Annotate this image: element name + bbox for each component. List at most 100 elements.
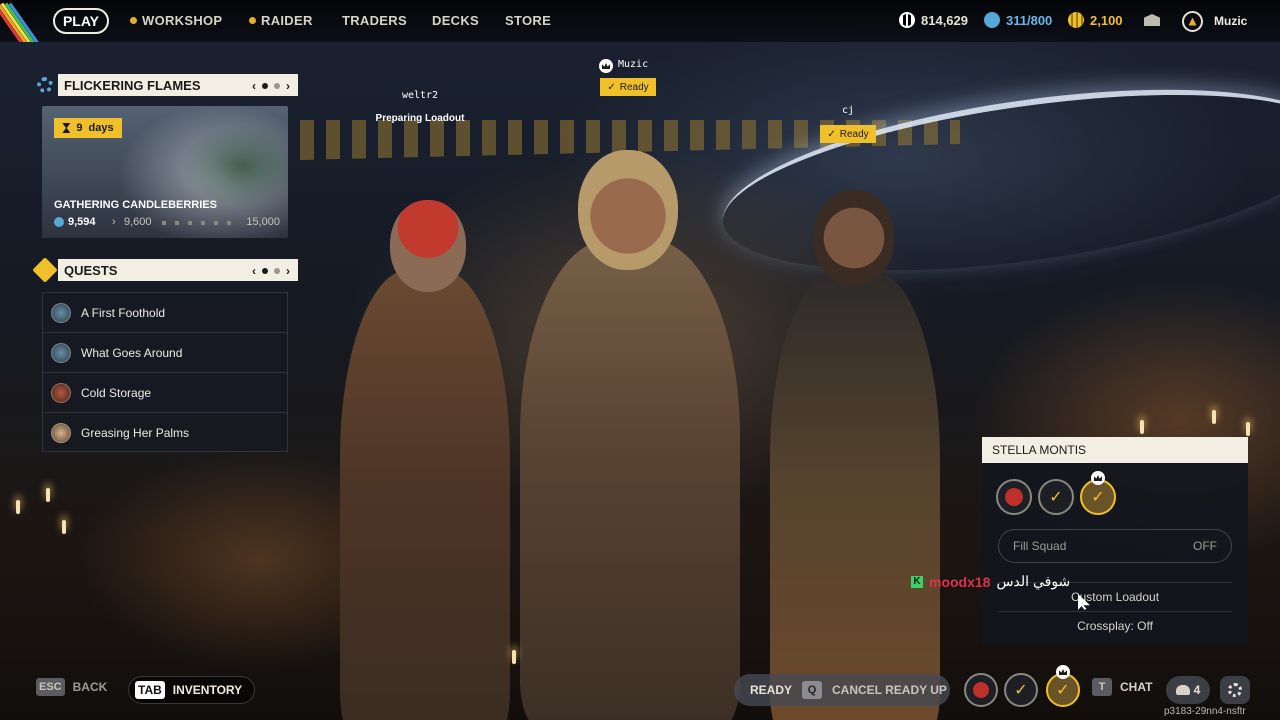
- raider-token-icon: [984, 12, 1000, 28]
- crown-icon: [1056, 665, 1070, 679]
- candle: [1246, 422, 1250, 436]
- character-body: [520, 240, 740, 720]
- player-name-left: weltr2: [401, 90, 439, 101]
- candle: [1140, 420, 1144, 434]
- quest-item[interactable]: Cold Storage: [43, 373, 287, 413]
- emblem-icon: [973, 682, 989, 698]
- checkmark-icon: ✓: [827, 128, 836, 140]
- event-task-name: GATHERING CANDLEBERRIES: [54, 199, 217, 211]
- tab-key: TAB: [135, 681, 165, 699]
- mail-icon[interactable]: [1144, 14, 1160, 26]
- squad-member-avatar[interactable]: ✓: [1038, 479, 1074, 515]
- nav-traders[interactable]: TRADERS: [342, 13, 407, 28]
- raider-tokens-counter[interactable]: 311/800: [984, 12, 1052, 28]
- event-progress-current: 9,594: [54, 216, 96, 228]
- quest-giver-avatar: [51, 382, 71, 403]
- crossplay-option[interactable]: Crossplay: Off: [998, 611, 1232, 639]
- inventory-label: INVENTORY: [172, 683, 243, 697]
- crown-icon: [599, 59, 613, 73]
- days-label: days: [88, 122, 114, 134]
- nav-label: WORKSHOP: [142, 13, 223, 28]
- event-pager: ‹ ›: [252, 79, 290, 93]
- build-id: p3183-29nn4-nsftr: [1164, 706, 1246, 717]
- days-remaining-badge: 9 days: [54, 118, 122, 138]
- ready-label: Ready: [839, 128, 869, 140]
- event-gear-icon: [34, 74, 56, 96]
- nav-label: DECKS: [432, 13, 480, 28]
- ready-badge-mid: ✓ Ready: [600, 78, 656, 96]
- back-button[interactable]: ESC BACK: [36, 678, 107, 696]
- nav-store[interactable]: STORE: [505, 13, 551, 28]
- squad-location: STELLA MONTIS: [982, 437, 1248, 463]
- page-dot: [262, 268, 268, 274]
- page-dot: [262, 83, 268, 89]
- candle: [1212, 410, 1216, 424]
- nav-raider[interactable]: RAIDER: [249, 13, 313, 28]
- party-avatar[interactable]: [964, 673, 998, 707]
- current-value: 9,594: [68, 216, 96, 228]
- candle: [46, 488, 50, 502]
- squad-member-avatar[interactable]: [996, 479, 1032, 515]
- gold-icon: [1068, 12, 1084, 28]
- nav-workshop[interactable]: WORKSHOP: [130, 13, 222, 28]
- candle: [62, 520, 66, 534]
- raider-tokens-value: 311/800: [1006, 12, 1053, 28]
- ready-label: Ready: [619, 81, 649, 93]
- quest-giver-avatar: [51, 342, 71, 363]
- chat-username: moodx18: [929, 573, 991, 590]
- back-label: BACK: [72, 680, 108, 694]
- chevron-left-icon[interactable]: ‹: [252, 264, 256, 278]
- play-button[interactable]: PLAY: [53, 8, 109, 34]
- page-dot: [274, 268, 280, 274]
- profile-name[interactable]: Muzic: [1214, 14, 1247, 28]
- quest-item[interactable]: Greasing Her Palms: [43, 413, 287, 453]
- quests-title: QUESTS: [64, 262, 118, 278]
- nav-label: TRADERS: [342, 13, 407, 28]
- fill-squad-label: Fill Squad: [1013, 539, 1067, 553]
- ready-label: READY: [750, 683, 793, 697]
- gold-counter[interactable]: 2,100: [1068, 12, 1123, 28]
- chat-text: شوفي الدس: [996, 573, 1071, 589]
- checkmark-icon: ✓: [1014, 682, 1028, 699]
- quests-header: QUESTS ‹ ›: [58, 259, 298, 281]
- rainbow-stripe-logo: [0, 0, 40, 42]
- quest-label: Greasing Her Palms: [81, 426, 190, 440]
- event-card[interactable]: 9 days GATHERING CANDLEBERRIES 9,594 › 9…: [42, 106, 288, 238]
- character-cj: [770, 190, 960, 720]
- coins-value: 814,629: [921, 12, 968, 28]
- progress-dots: [162, 221, 240, 225]
- gold-value: 2,100: [1090, 12, 1123, 28]
- character-head: [814, 190, 894, 286]
- nav-label: STORE: [505, 13, 552, 28]
- t-key: T: [1092, 678, 1112, 696]
- character-weltr2: [340, 200, 530, 720]
- notification-dot-icon: [130, 17, 137, 24]
- chevron-right-icon[interactable]: ›: [286, 264, 290, 278]
- nav-decks[interactable]: DECKS: [432, 13, 479, 28]
- player-name-mid: Muzic: [618, 59, 649, 70]
- quest-item[interactable]: What Goes Around: [43, 333, 287, 373]
- nav-label: RAIDER: [261, 13, 313, 28]
- chevron-left-icon[interactable]: ‹: [252, 79, 256, 93]
- coin-icon: [899, 12, 915, 28]
- chat-button[interactable]: T CHAT: [1092, 678, 1152, 696]
- party-count: 4: [1193, 683, 1201, 697]
- next-milestone: 9,600: [124, 216, 152, 228]
- inventory-button[interactable]: TAB INVENTORY: [128, 676, 256, 704]
- party-members-button[interactable]: 4: [1166, 676, 1210, 704]
- cancel-ready-button[interactable]: CANCEL READY UP: [832, 683, 947, 697]
- crown-icon: [1091, 471, 1105, 485]
- quest-icon: [32, 257, 58, 283]
- chat-label: CHAT: [1120, 680, 1153, 694]
- profile-icon[interactable]: [1182, 11, 1203, 32]
- event-header: FLICKERING FLAMES ‹ ›: [58, 74, 298, 96]
- party-avatar[interactable]: ✓: [1004, 673, 1038, 707]
- checkmark-icon: ✓: [1056, 682, 1070, 699]
- character-muzic: [520, 150, 750, 720]
- platform-badge: K: [911, 575, 923, 588]
- coins-counter[interactable]: 814,629: [899, 12, 968, 28]
- chevron-right-icon[interactable]: ›: [286, 79, 290, 93]
- quest-item[interactable]: A First Foothold: [43, 293, 287, 333]
- fill-squad-toggle[interactable]: Fill Squad OFF: [998, 529, 1232, 563]
- settings-button[interactable]: [1220, 676, 1250, 704]
